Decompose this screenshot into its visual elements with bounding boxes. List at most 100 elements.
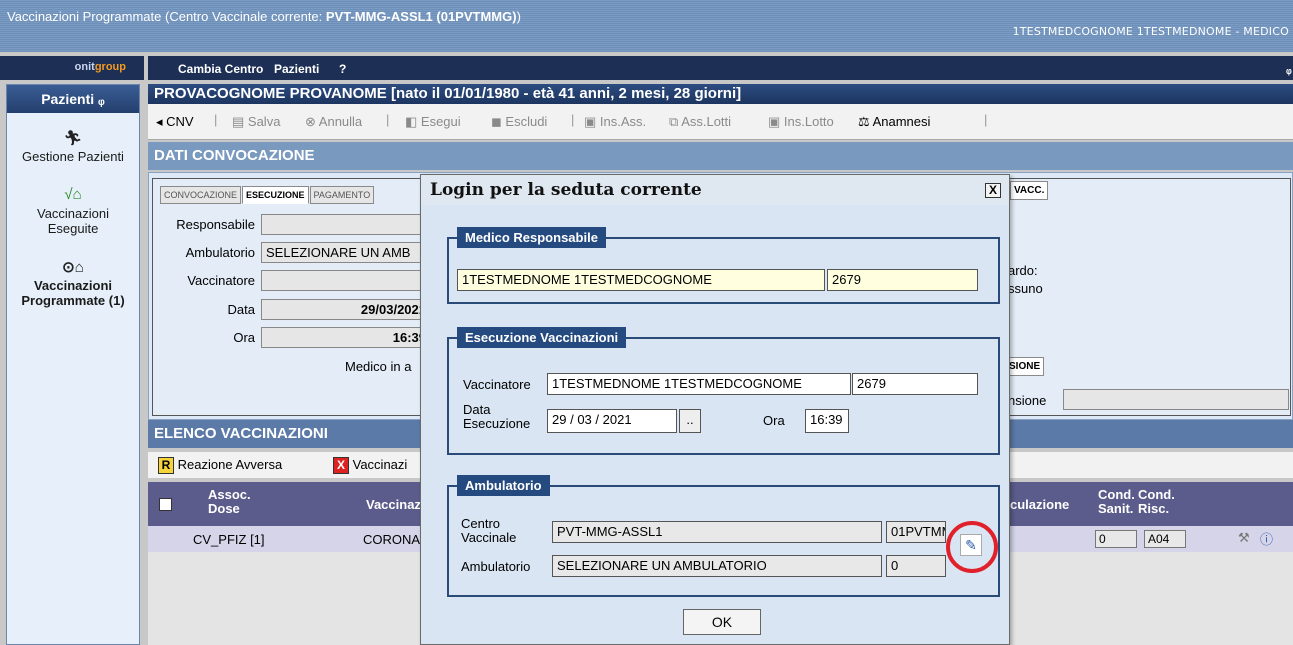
save-icon: ▤ [232,114,248,129]
close-icon[interactable]: X [985,183,1001,198]
back-arrow-icon: ◂ [156,114,167,129]
onitgroup-logo: onitgroup [74,61,126,73]
sidebar-item-vaccinazioni-eseguite[interactable]: √⌂ Vaccinazioni Eseguite [7,186,139,236]
toolbar: ◂ CNV | ▤ Salva ⊗ Annulla | ◧ Esegui ◼ E… [148,104,1293,140]
sospensione-field[interactable] [1063,389,1289,410]
menu-cambia-centro[interactable]: Cambia Centro [178,62,263,76]
col-vaccinazione[interactable]: Vaccinaz [366,497,421,512]
cnv-button[interactable]: ◂ CNV [156,114,194,130]
ambulatorio-label: Ambulatorio [185,245,255,260]
tab-convocazione[interactable]: CONVOCAZIONE [160,186,242,204]
pin-icon[interactable]: ᵩ [94,91,105,107]
date-picker-button[interactable]: .. [679,409,701,433]
data-esecuzione-label: Data Esecuzione [463,402,531,431]
ambulatorio-codice-input[interactable]: 0 [886,555,946,577]
patient-header: PROVACOGNOME PROVANOME [nato il 01/01/19… [148,84,1293,104]
ambulatorio-input[interactable]: SELEZIONARE UN AMBULATORIO [552,555,882,577]
ass-lotti-button[interactable]: ⧉ Ass.Lotti [669,114,731,130]
data-field[interactable]: 29/03/2021 [261,299,431,320]
ora-input[interactable]: 16:39 [805,409,849,433]
ok-button[interactable]: OK [683,609,761,635]
col-cond-risc[interactable]: Cond. Risc. [1138,488,1175,516]
exclude-button[interactable]: ◼ Escludi [491,114,547,130]
pin-icon[interactable]: ᵩ [1286,62,1292,76]
exclude-icon: ◼ [491,114,506,129]
vaccinatore-label: Vaccinatore [187,273,255,288]
centro-codice-input[interactable]: 01PVTMM [886,521,946,543]
row-assoc: CV_PFIZ [1] [193,532,265,547]
vaccinatore-codice-input[interactable]: 2679 [852,373,978,395]
ins-lotto-button[interactable]: ▣ Ins.Lotto [768,114,834,130]
ambulatorio-legend: Ambulatorio [457,475,550,496]
convocazione-tabs: CONVOCAZIONE ESECUZIONE PAGAMENTO [160,186,375,204]
vaccinatore-label: Vaccinatore [463,377,531,392]
ritardo-value: ssuno [1008,281,1043,296]
vaccinatore-input[interactable]: 1TESTMEDNOME 1TESTMEDCOGNOME [547,373,851,395]
esecuzione-legend: Esecuzione Vaccinazioni [457,327,627,348]
main-menu: Cambia Centro Pazienti ? ᵩ [148,56,1293,80]
login-dialog: Login per la seduta corrente X Medico Re… [420,174,1010,645]
ora-label: Ora [763,413,785,428]
syringe-clock-icon: ⊙⌂ [62,259,84,276]
responsabile-label: Responsabile [176,217,255,232]
menu-pazienti[interactable]: Pazienti [274,62,319,76]
col-assoc-dose[interactable]: Assoc. Dose [208,488,251,516]
sospensione-label: nsione [1008,393,1047,408]
row-cond-risc[interactable]: A04 [1144,530,1186,548]
row-cond-sanit[interactable]: 0 [1095,530,1137,548]
cancel-button[interactable]: ⊗ Annulla [305,114,362,130]
info-icon[interactable]: ⓘ [1260,529,1273,548]
menu-help[interactable]: ? [339,62,346,76]
window-title: Vaccinazioni Programmate (Centro Vaccina… [7,9,521,24]
sidebar: Pazienti ᵩ 🏃︎ Gestione Pazienti √⌂ Vacci… [6,84,140,645]
lots-icon: ⧉ [669,114,682,129]
responsabile-field[interactable] [261,214,431,235]
medico-nome-input[interactable]: 1TESTMEDNOME 1TESTMEDCOGNOME [457,269,825,291]
tab-esecuzione[interactable]: ESECUZIONE [242,186,309,204]
dati-convocazione-header: DATI CONVOCAZIONE [148,142,1293,170]
execute-icon: ◧ [405,114,421,129]
legend-vaccinazione: X Vaccinazi [333,457,407,474]
data-esecuzione-input[interactable]: 29 / 03 / 2021 [547,409,677,433]
brand-bar: onitgroup [0,56,144,80]
syringe-check-icon: √⌂ [64,186,82,203]
current-user: 1TESTMEDCOGNOME 1TESTMEDNOME - MEDICO [1012,25,1289,38]
tab-pagamento[interactable]: PAGAMENTO [309,186,375,204]
ora-label: Ora [233,330,255,345]
ambulatorio-field[interactable]: SELEZIONARE UN AMB [261,242,431,263]
ora-field[interactable]: 16:39 [261,327,431,348]
runner-icon: 🏃︎ [63,130,83,147]
window-titlebar: Vaccinazioni Programmate (Centro Vaccina… [0,0,1293,52]
sidebar-item-vaccinazioni-programmate[interactable]: ⊙⌂ Vaccinazioni Programmate (1) [7,258,139,308]
medico-codice-input[interactable]: 2679 [827,269,978,291]
sidebar-item-gestione-pazienti[interactable]: 🏃︎ Gestione Pazienti [7,129,139,164]
col-circolazione[interactable]: culazione [1010,497,1069,512]
ambulatorio-label: Ambulatorio [461,559,531,574]
ambulatorio-group: Ambulatorio Centro Vaccinale PVT-MMG-ASSL… [447,475,1000,597]
sidebar-header: Pazienti ᵩ [7,85,139,113]
medico-responsabile-legend: Medico Responsabile [457,227,606,248]
highlight-circle [946,521,998,573]
ritardo-label: ardo: [1008,263,1038,278]
execute-button[interactable]: ◧ Esegui [405,114,461,130]
ins-ass-button[interactable]: ▣ Ins.Ass. [584,114,646,130]
col-cond-sanit[interactable]: Cond. Sanit. [1098,488,1135,516]
scales-icon: ⚖ [858,114,873,129]
medico-text: Medico in a [345,359,412,374]
centro-vaccinale-input[interactable]: PVT-MMG-ASSL1 [552,521,882,543]
tab-vacc[interactable]: VACC. [1010,181,1049,200]
centro-vaccinale-label: Centro Vaccinale [461,516,517,545]
dialog-title: Login per la seduta corrente [421,175,1009,205]
insert-icon: ▣ [768,114,784,129]
save-button[interactable]: ▤ Salva [232,114,280,130]
tools-icon[interactable]: ⚒ [1238,530,1250,546]
cancel-icon: ⊗ [305,114,319,129]
select-all-checkbox[interactable] [159,498,172,511]
medico-responsabile-group: Medico Responsabile 1TESTMEDNOME 1TESTME… [447,227,1000,304]
anamnesi-button[interactable]: ⚖ Anamnesi [858,114,930,130]
esecuzione-vaccinazioni-group: Esecuzione Vaccinazioni Vaccinatore 1TES… [447,327,1000,455]
vaccinatore-field[interactable] [261,270,431,291]
row-vaccinazione: CORONA [363,532,421,547]
tab-sospensione[interactable]: SIONE [1005,357,1045,376]
legend-reazione: R Reazione Avversa [158,457,282,474]
